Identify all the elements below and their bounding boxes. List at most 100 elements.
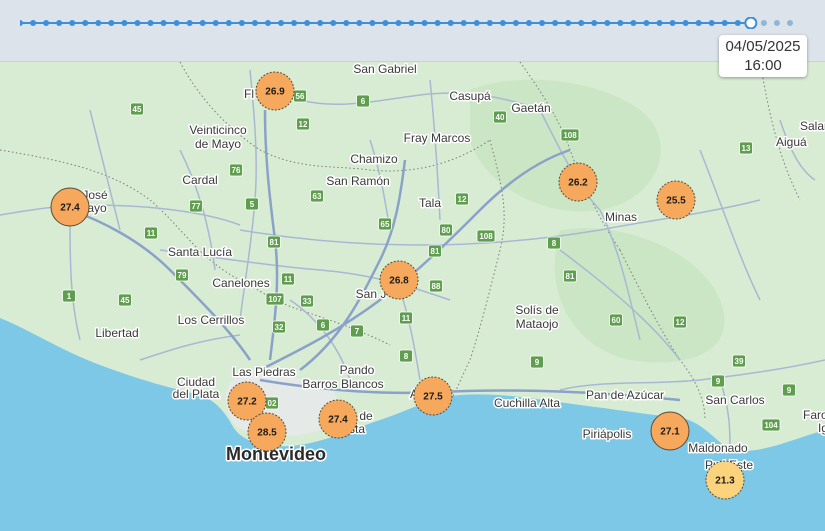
time-step-dot[interactable] <box>330 20 337 26</box>
route-shield-39: 39 <box>732 354 746 368</box>
time-step-dot[interactable] <box>212 20 219 26</box>
time-slider-track[interactable] <box>20 17 800 29</box>
time-step-dot[interactable] <box>760 20 767 26</box>
time-step-dot[interactable] <box>395 20 402 26</box>
time-step-dot[interactable] <box>147 20 154 26</box>
time-step-dot[interactable] <box>721 20 728 26</box>
svg-text:11: 11 <box>284 275 293 284</box>
time-step-dot[interactable] <box>251 20 258 26</box>
place-label-tala: Tala <box>419 196 441 210</box>
svg-text:79: 79 <box>178 271 187 280</box>
time-slider-bar[interactable] <box>0 0 825 62</box>
route-shield-88: 88 <box>429 279 443 293</box>
time-step-dot[interactable] <box>317 20 324 26</box>
temperature-marker[interactable]: 27.5 <box>413 376 453 416</box>
temperature-marker[interactable]: 27.4 <box>318 399 358 439</box>
time-readout-hour: 16:00 <box>744 57 782 74</box>
time-step-dot[interactable] <box>82 20 89 26</box>
time-step-dot[interactable] <box>578 20 585 26</box>
time-step-dot[interactable] <box>539 20 546 26</box>
time-step-dot[interactable] <box>512 20 519 26</box>
route-shield-65: 65 <box>378 217 392 231</box>
time-step-dot[interactable] <box>604 20 611 26</box>
time-step-dot[interactable] <box>591 20 598 26</box>
time-step-dot[interactable] <box>56 20 63 26</box>
time-step-dot[interactable] <box>304 20 311 26</box>
time-step-dot[interactable] <box>69 20 76 26</box>
time-step-dot[interactable] <box>278 20 285 26</box>
time-step-dot[interactable] <box>708 20 715 26</box>
time-step-dot[interactable] <box>173 20 180 26</box>
time-step-dot[interactable] <box>43 20 50 26</box>
time-step-dot[interactable] <box>160 20 167 26</box>
time-step-dot[interactable] <box>617 20 624 26</box>
svg-text:45: 45 <box>133 105 142 114</box>
time-step-dot[interactable] <box>291 20 298 26</box>
temperature-marker[interactable]: 26.8 <box>379 260 419 300</box>
temperature-marker[interactable]: 21.3 <box>705 460 745 500</box>
time-step-dot[interactable] <box>264 20 271 26</box>
temperature-marker[interactable]: 26.9 <box>255 71 295 111</box>
place-label-pando: Pando <box>340 363 375 377</box>
time-step-dot[interactable] <box>20 20 23 26</box>
time-step-dot[interactable] <box>787 20 793 26</box>
time-step-dot[interactable] <box>773 20 780 26</box>
svg-text:33: 33 <box>303 297 312 306</box>
route-shield-77: 77 <box>189 199 203 213</box>
time-step-dot[interactable] <box>30 20 37 26</box>
time-step-dot[interactable] <box>643 20 650 26</box>
place-label-solis-de-mataojo: Solís de Mataojo <box>515 303 559 331</box>
time-step-dot[interactable] <box>434 20 441 26</box>
svg-text:32: 32 <box>275 323 284 332</box>
svg-text:6: 6 <box>361 97 366 106</box>
time-step-dot[interactable] <box>682 20 689 26</box>
temperature-marker[interactable]: 28.5 <box>247 412 287 452</box>
route-shield-8: 8 <box>547 236 561 250</box>
time-step-dot[interactable] <box>552 20 559 26</box>
route-shield-12: 12 <box>296 117 310 131</box>
route-shield-81: 81 <box>428 244 442 258</box>
time-step-dot[interactable] <box>473 20 480 26</box>
svg-text:13: 13 <box>742 144 751 153</box>
time-step-dot[interactable] <box>421 20 428 26</box>
time-step-dot[interactable] <box>134 20 141 26</box>
time-step-dot[interactable] <box>238 20 245 26</box>
time-step-dot[interactable] <box>382 20 389 26</box>
time-step-dot[interactable] <box>199 20 206 26</box>
svg-text:11: 11 <box>402 314 411 323</box>
time-step-dot[interactable] <box>565 20 572 26</box>
svg-text:80: 80 <box>442 226 451 235</box>
temperature-marker[interactable]: 27.1 <box>650 411 690 451</box>
time-step-dot[interactable] <box>108 20 115 26</box>
time-step-dot[interactable] <box>408 20 415 26</box>
svg-text:81: 81 <box>270 238 279 247</box>
time-step-dot[interactable] <box>656 20 663 26</box>
svg-text:02: 02 <box>268 399 277 408</box>
route-shield-60: 60 <box>609 313 623 327</box>
time-step-dot[interactable] <box>460 20 467 26</box>
place-label-pan-de-azucar: Pan de Azúcar <box>586 388 664 402</box>
time-step-dot[interactable] <box>630 20 637 26</box>
temperature-marker[interactable]: 27.4 <box>50 187 90 227</box>
time-step-dot[interactable] <box>121 20 128 26</box>
time-step-dot[interactable] <box>225 20 232 26</box>
temperature-marker[interactable]: 25.5 <box>656 180 696 220</box>
time-step-dot[interactable] <box>499 20 506 26</box>
time-step-dot[interactable] <box>486 20 493 26</box>
time-step-dot[interactable] <box>525 20 532 26</box>
time-step-dot[interactable] <box>369 20 376 26</box>
time-step-dot[interactable] <box>734 20 741 26</box>
time-step-dot[interactable] <box>695 20 702 26</box>
time-step-dot[interactable] <box>95 20 102 26</box>
svg-text:108: 108 <box>479 232 493 241</box>
time-step-dot[interactable] <box>186 20 193 26</box>
time-slider-handle[interactable] <box>744 17 758 29</box>
temperature-marker[interactable]: 26.2 <box>558 162 598 202</box>
time-step-dot[interactable] <box>343 20 350 26</box>
time-step-dot[interactable] <box>669 20 676 26</box>
temperature-value: 26.9 <box>265 87 285 98</box>
weather-map[interactable]: 5612640108134576635771181796512801088107… <box>0 0 825 531</box>
time-step-dot[interactable] <box>356 20 363 26</box>
route-shield-6: 6 <box>356 94 370 108</box>
time-step-dot[interactable] <box>447 20 454 26</box>
